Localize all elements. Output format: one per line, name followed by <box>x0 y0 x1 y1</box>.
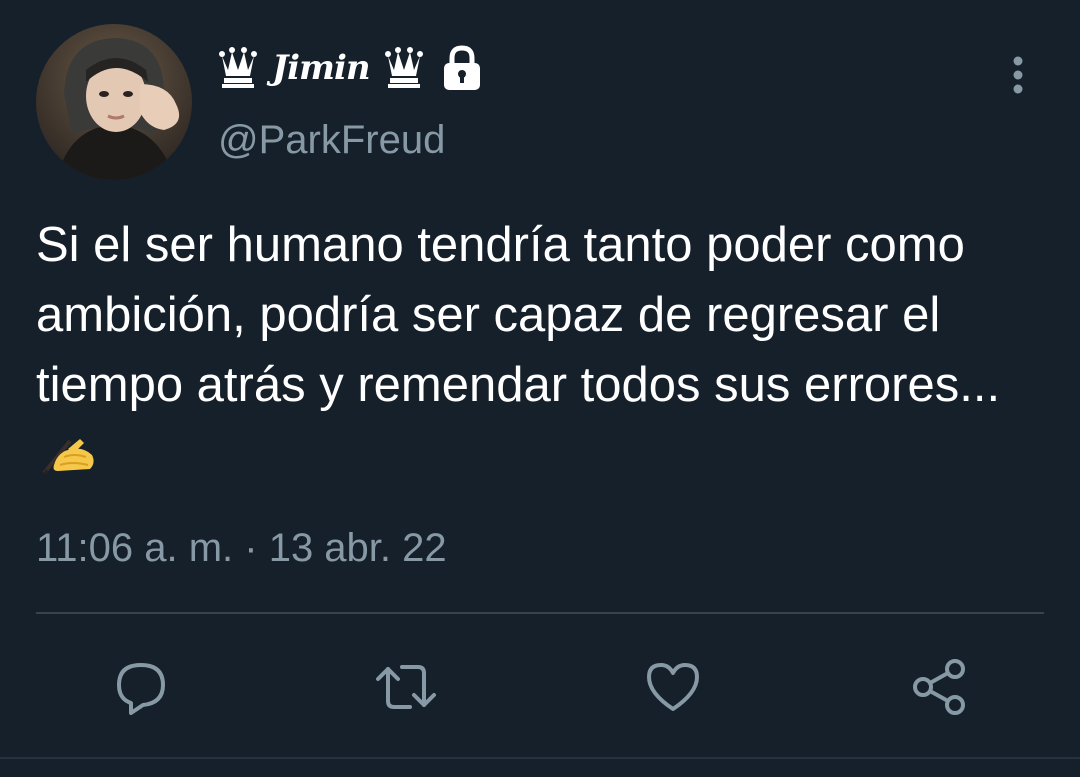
writing-hand-emoji <box>40 421 98 498</box>
tweet-text: Si el ser humano tendría tanto poder com… <box>36 210 1036 498</box>
more-options-button[interactable] <box>996 50 1040 100</box>
tweet-card: Jimin @ParkFreud Si el ser humano tendrí… <box>0 0 1080 777</box>
tweet-timestamp[interactable]: 11:06 a. m. · 13 abr. 22 <box>36 526 447 571</box>
retweet-icon <box>376 665 436 709</box>
queen-chess-icon <box>384 44 424 93</box>
name-row: Jimin <box>218 40 486 96</box>
bottom-divider <box>0 757 1080 759</box>
display-name[interactable]: Jimin <box>272 48 371 88</box>
like-button[interactable] <box>638 652 708 722</box>
share-button[interactable] <box>904 652 974 722</box>
share-icon <box>913 659 965 715</box>
queen-chess-icon <box>218 44 258 93</box>
action-bar <box>0 652 1080 722</box>
tweet-body: Si el ser humano tendría tanto poder com… <box>36 218 1001 412</box>
avatar-image <box>36 24 192 180</box>
lock-icon <box>438 44 486 92</box>
retweet-button[interactable] <box>371 652 441 722</box>
reply-button[interactable] <box>106 652 176 722</box>
user-handle[interactable]: @ParkFreud <box>218 118 445 163</box>
more-vertical-icon <box>1013 56 1023 94</box>
like-icon <box>647 663 699 711</box>
reply-icon <box>117 663 165 715</box>
divider <box>36 612 1044 614</box>
avatar[interactable] <box>36 24 192 180</box>
